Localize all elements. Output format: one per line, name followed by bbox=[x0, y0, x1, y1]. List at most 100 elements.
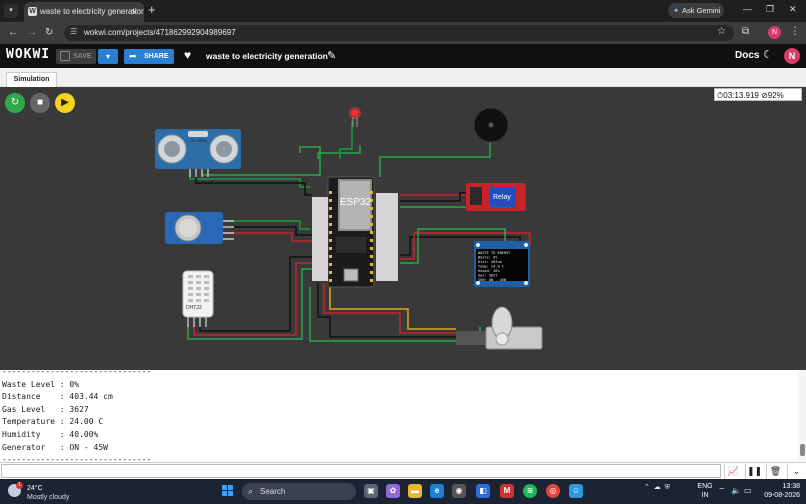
bookmark-star-icon[interactable]: ☆ bbox=[717, 26, 726, 37]
tab-simulation[interactable]: Simulation bbox=[6, 72, 57, 87]
edit-pencil-icon[interactable]: ✎ bbox=[327, 49, 336, 62]
oled-line-4: Temp: 24.0 C bbox=[478, 265, 504, 269]
close-window-icon[interactable]: ✕ bbox=[789, 4, 797, 15]
onedrive-icon[interactable]: ☁ bbox=[654, 484, 661, 491]
task-view-icon[interactable]: ▣ bbox=[364, 484, 378, 498]
people-icon[interactable]: ☺ bbox=[569, 484, 583, 498]
heart-icon[interactable]: ♥ bbox=[184, 48, 191, 62]
edge-icon[interactable]: e bbox=[430, 484, 444, 498]
volume-icon[interactable]: 🔈 bbox=[731, 486, 741, 495]
copilot-icon[interactable]: ✿ bbox=[386, 484, 400, 498]
wire-relay-in bbox=[400, 198, 474, 208]
wire-mq2-b bbox=[224, 226, 312, 236]
wire-servo-vcc bbox=[323, 283, 456, 334]
tab-search-button[interactable]: ▾ bbox=[4, 4, 18, 18]
serial-input[interactable] bbox=[1, 464, 721, 478]
store-icon[interactable]: ◧ bbox=[476, 484, 490, 498]
spotify-icon[interactable]: ≋ bbox=[523, 484, 537, 498]
wire-relay-vcc bbox=[400, 186, 474, 196]
esp32-board: ESP32 bbox=[312, 176, 398, 288]
wokwi-header: WOKWI SAVE ▾ ➦ SHARE ♥ waste to electric… bbox=[0, 44, 806, 68]
reload-icon[interactable]: ↻ bbox=[45, 27, 53, 38]
user-avatar[interactable]: N bbox=[784, 48, 800, 64]
wire-mq2-a bbox=[224, 220, 310, 230]
camera-icon[interactable]: ◉ bbox=[452, 484, 466, 498]
led-red bbox=[349, 107, 361, 127]
taskbar-search[interactable]: ⌕ Search bbox=[242, 483, 356, 500]
oled-line-7: GEN: ON - 45W bbox=[478, 278, 507, 282]
minimize-icon[interactable]: — bbox=[743, 4, 752, 14]
browser-tab[interactable]: W waste to electricity generation ✕ bbox=[24, 2, 144, 22]
pause-button[interactable]: ❚❚ bbox=[745, 464, 763, 479]
buzzer bbox=[473, 107, 509, 143]
ultrasonic-label: HC-SR04 bbox=[190, 138, 208, 143]
language-indicator[interactable]: ENG IN bbox=[697, 482, 713, 500]
save-dropdown-button[interactable]: ▾ bbox=[98, 49, 118, 64]
wire-buzzer bbox=[379, 141, 491, 177]
restore-icon[interactable]: ❐ bbox=[766, 4, 774, 15]
close-tab-icon[interactable]: ✕ bbox=[130, 2, 138, 22]
wokwi-favicon-icon: W bbox=[28, 7, 37, 16]
serial-line: Humidity : 40.00% bbox=[2, 429, 99, 439]
simulation-tab-bar: Simulation bbox=[0, 68, 806, 87]
wifi-icon[interactable]: ⌔ bbox=[718, 486, 726, 496]
gas-sensor bbox=[165, 212, 234, 244]
wokwi-logo[interactable]: WOKWI bbox=[6, 47, 50, 62]
language-code: ENG bbox=[697, 483, 713, 490]
serial-output: ------------------------------- Waste Lev… bbox=[2, 370, 151, 462]
save-label: SAVE bbox=[73, 53, 92, 60]
address-bar[interactable]: ☰ wokwi.com/projects/471862992904989697 … bbox=[64, 25, 734, 41]
plotter-button[interactable]: 📈 bbox=[724, 464, 742, 479]
clear-button[interactable]: 🗑 bbox=[766, 464, 784, 479]
chrome-icon[interactable]: ◎ bbox=[546, 484, 560, 498]
share-button[interactable]: ➦ SHARE bbox=[124, 49, 174, 64]
dht22-sensor bbox=[182, 270, 214, 327]
ultrasonic-sensor bbox=[155, 129, 241, 177]
search-placeholder: Search bbox=[260, 487, 286, 496]
browser-tab-strip: ▾ W waste to electricity generation ✕ + … bbox=[0, 0, 806, 22]
docs-link[interactable]: Docs bbox=[735, 50, 759, 61]
ask-gemini-button[interactable]: ✦ Ask Gemini bbox=[668, 3, 724, 18]
collapse-button[interactable]: ⌄ bbox=[787, 464, 805, 479]
system-tray[interactable]: ⌃ ☁ ⛨ bbox=[644, 483, 670, 492]
address-bar-row: ← → ↻ ☰ wokwi.com/projects/4718629929049… bbox=[0, 22, 806, 44]
esp32-label: ESP32 bbox=[340, 197, 372, 208]
simulation-canvas[interactable]: ↻ ■ ▶ ⏱03:13.919 ⊘92% ESP32 Relay WASTE … bbox=[0, 87, 806, 370]
oled-line-5: Humid: 40% bbox=[478, 269, 500, 273]
chevron-down-icon: ⌄ bbox=[792, 466, 801, 476]
weather-widget[interactable]: 1 24°C Mostly cloudy bbox=[6, 482, 86, 502]
weather-condition: Mostly cloudy bbox=[27, 494, 70, 501]
back-icon[interactable]: ← bbox=[8, 27, 18, 38]
pause-icon: ❚❚ bbox=[746, 466, 763, 476]
serial-line: ------------------------------- bbox=[2, 370, 152, 376]
ask-gemini-label: Ask Gemini bbox=[682, 6, 721, 15]
battery-icon[interactable]: ▭ bbox=[744, 486, 752, 495]
dht22-label: DHT22 bbox=[186, 305, 202, 311]
relay-label: Relay bbox=[493, 194, 511, 201]
browser-menu-icon[interactable]: ⋮ bbox=[790, 26, 800, 37]
taskbar-clock[interactable]: 13:38 09-08-2026 bbox=[762, 482, 800, 500]
security-icon[interactable]: ⛨ bbox=[665, 484, 670, 491]
windows-taskbar: 1 24°C Mostly cloudy ⌕ Search ▣ ✿ ▬ e ◉ … bbox=[0, 479, 806, 504]
file-explorer-icon[interactable]: ▬ bbox=[408, 484, 422, 498]
circuit-diagram: ESP32 Relay WASTE TO ENERGY Waste: 0% Di… bbox=[155, 107, 543, 350]
mcafee-icon[interactable]: M bbox=[500, 484, 514, 498]
site-info-icon[interactable]: ☰ bbox=[70, 27, 77, 36]
chevron-up-icon[interactable]: ⌃ bbox=[644, 484, 650, 491]
share-label: SHARE bbox=[144, 53, 169, 60]
save-button[interactable]: SAVE bbox=[56, 49, 96, 64]
search-icon: ⌕ bbox=[248, 486, 254, 496]
url-text: wokwi.com/projects/471862992904989697 bbox=[84, 28, 236, 37]
start-button[interactable] bbox=[222, 485, 234, 497]
new-tab-button[interactable]: + bbox=[148, 3, 156, 17]
browser-tab-title: waste to electricity generation bbox=[40, 7, 144, 16]
clock-time: 13:38 bbox=[782, 483, 800, 490]
forward-icon[interactable]: → bbox=[27, 27, 37, 38]
serial-scrollbar[interactable] bbox=[798, 370, 806, 462]
dark-mode-icon[interactable]: ☾ bbox=[763, 48, 773, 61]
clock-date: 09-08-2026 bbox=[764, 492, 800, 499]
serial-scroll-thumb[interactable] bbox=[800, 444, 805, 456]
project-title[interactable]: waste to electricity generation bbox=[206, 51, 328, 61]
extensions-icon[interactable]: ⧉ bbox=[742, 26, 749, 37]
profile-avatar[interactable]: N bbox=[768, 26, 781, 39]
